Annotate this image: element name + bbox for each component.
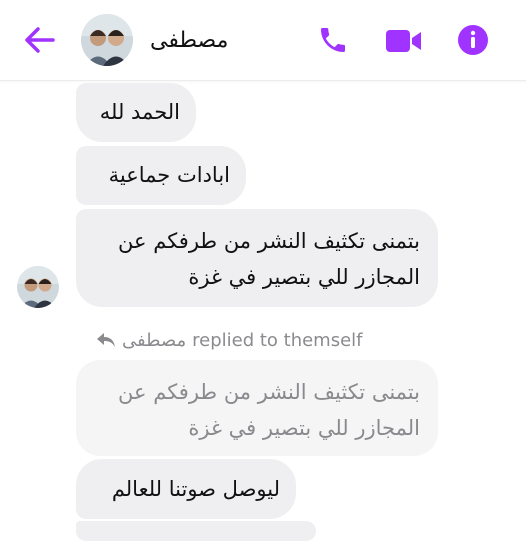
message-text: الحمد لله [99,100,180,124]
video-camera-icon[interactable] [385,27,423,55]
reply-label: replied to themself [192,329,363,351]
contact-avatar[interactable] [81,14,133,66]
sender-avatar[interactable] [17,266,59,308]
message-bubble[interactable]: ليوصل صوتنا للعالم [76,459,296,519]
message-text-line: بتمنى تكثيف النشر من طرفكم عن [118,229,420,253]
message-bubble[interactable]: الحمد لله [76,83,196,142]
quoted-text-line: بتمنى تكثيف النشر من طرفكم عن [118,380,420,404]
phone-icon[interactable] [317,24,349,56]
quoted-message[interactable]: بتمنى تكثيف النشر من طرفكم عن المجازر لل… [76,360,438,456]
message-bubble-partial[interactable] [76,521,316,541]
message-text-line: المجازر للي بتصير في غزة [188,265,420,289]
chat-header: مصطفى [0,0,526,81]
back-arrow-icon[interactable] [22,25,56,55]
message-text: ابادات جماعية [108,163,230,187]
reply-arrow-icon [97,333,115,347]
message-bubble[interactable]: ابادات جماعية [76,146,246,205]
reply-header: مصطفى replied to themself [96,329,363,351]
info-icon[interactable] [457,24,489,56]
quoted-text-line: المجازر للي بتصير في غزة [188,416,420,440]
message-bubble[interactable]: بتمنى تكثيف النشر من طرفكم عن المجازر لل… [76,209,438,307]
reply-sender: مصطفى [122,329,187,351]
contact-name[interactable]: مصطفى [150,24,228,58]
message-text: ليوصل صوتنا للعالم [111,477,280,501]
